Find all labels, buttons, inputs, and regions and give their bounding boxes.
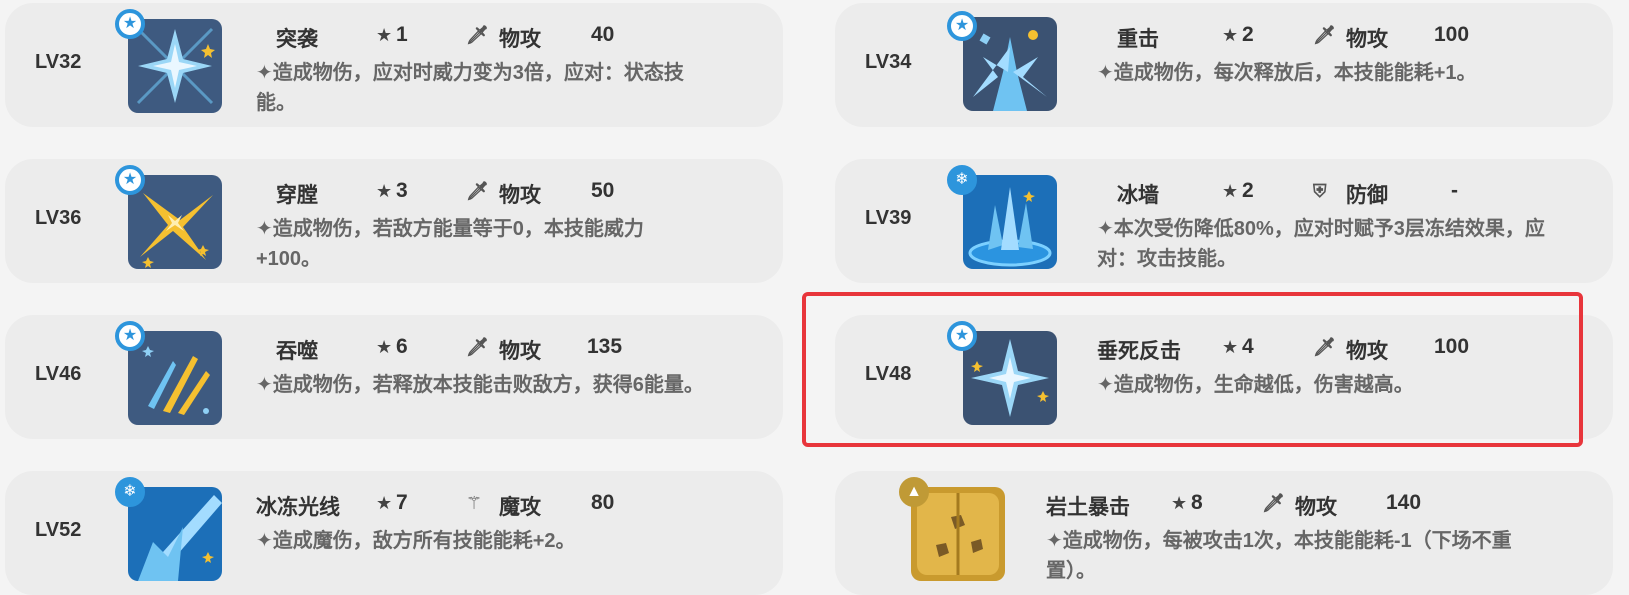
skill-card[interactable]: LV32 ★ 突袭 ★ 1 🗡 物攻 40 ✦造成物伤，应对时威力变为3倍，应对… (5, 3, 783, 127)
skill-star: 2 (1242, 23, 1254, 46)
skill-name: 重击 (1117, 28, 1159, 51)
star-icon: ★ (1222, 181, 1239, 201)
sword-icon: 🗡 (1313, 25, 1336, 45)
skill-power: 40 (591, 23, 615, 46)
skill-type: 物攻 (499, 184, 541, 207)
skill-name: 突袭 (276, 28, 318, 51)
skill-type: 魔攻 (499, 496, 541, 519)
skill-card[interactable]: LV39 ❄ 冰墙 ★ 2 ⛨ 防御 - ✦本次受伤降低80%，应对时赋予3层冻… (835, 159, 1613, 283)
skill-desc: ✦造成物伤，若释放本技能击败敌方，获得6能量。 (256, 374, 704, 396)
skill-star: 1 (396, 23, 408, 46)
selection-highlight (802, 292, 1583, 447)
skill-level: LV32 (35, 51, 82, 73)
skill-card[interactable]: LV52 ❄ 冰冻光线 ★ 7 ⚚ 魔攻 80 ✦造成魔伤，敌方所有技能能耗+2… (5, 471, 783, 595)
skill-power: 80 (591, 491, 615, 514)
skill-name: 冰冻光线 (256, 496, 340, 519)
skill-type: 物攻 (499, 28, 541, 51)
skill-name: 冰墙 (1117, 184, 1159, 207)
skill-star: 2 (1242, 179, 1254, 202)
skill-name: 岩土暴击 (1046, 496, 1130, 519)
skill-power: 100 (1434, 23, 1470, 46)
sword-icon: 🗡 (466, 181, 489, 201)
skill-desc: ✦造成物伤，应对时威力变为3倍，应对：状态技能。 (256, 62, 684, 114)
star-icon: ★ (376, 493, 393, 513)
skill-power: 140 (1386, 491, 1422, 514)
skill-star: 6 (396, 335, 408, 358)
skill-power: - (1451, 179, 1458, 202)
skill-star: 3 (396, 179, 408, 202)
sword-icon: 🗡 (1262, 493, 1285, 513)
skill-level: LV36 (35, 207, 82, 229)
skill-desc: ✦本次受伤降低80%，应对时赋予3层冻结效果，应对：攻击技能。 (1097, 218, 1545, 270)
sword-icon: 🗡 (466, 25, 489, 45)
skill-desc: ✦造成物伤，每被攻击1次，本技能能耗-1（下场不重置）。 (1046, 530, 1512, 582)
skill-card[interactable]: LV36 ★ 穿膛 ★ 3 🗡 物攻 50 ✦造成物伤，若敌方能量等于0，本技能… (5, 159, 783, 283)
skill-desc: ✦造成物伤，每次释放后，本技能能耗+1。 (1097, 62, 1477, 84)
skill-type: 物攻 (1346, 28, 1388, 51)
star-icon: ★ (1222, 25, 1239, 45)
skill-power: 135 (587, 335, 623, 358)
skill-name: 穿膛 (276, 184, 318, 207)
skill-level: LV34 (865, 51, 912, 73)
skill-level: LV39 (865, 207, 912, 229)
skill-desc: ✦造成魔伤，敌方所有技能能耗+2。 (256, 530, 576, 552)
magic-wand-icon: ⚚ (466, 493, 483, 513)
skill-desc: ✦造成物伤，若敌方能量等于0，本技能威力+100。 (256, 218, 644, 270)
star-icon: ★ (376, 25, 393, 45)
skill-card[interactable]: LV34 ★ 重击 ★ 2 🗡 物攻 100 ✦造成物伤，每次释放后，本技能能耗… (835, 3, 1613, 127)
skill-type: 防御 (1346, 184, 1388, 207)
skill-level: LV52 (35, 519, 82, 541)
star-icon: ★ (376, 181, 393, 201)
shield-icon: ⛨ (1313, 181, 1327, 201)
skill-type: 物攻 (499, 340, 541, 363)
skill-type: 物攻 (1295, 496, 1337, 519)
sword-icon: 🗡 (466, 337, 489, 357)
skill-card[interactable]: ▲ 岩土暴击 ★ 8 🗡 物攻 140 ✦造成物伤，每被攻击1次，本技能能耗-1… (835, 471, 1613, 595)
star-icon: ★ (1171, 493, 1188, 513)
skill-star: 7 (396, 491, 408, 514)
skill-star: 8 (1191, 491, 1203, 514)
skill-name: 吞噬 (276, 340, 318, 363)
skill-level: LV46 (35, 363, 82, 385)
star-icon: ★ (376, 337, 393, 357)
skill-power: 50 (591, 179, 615, 202)
skill-card[interactable]: LV46 ★ 吞噬 ★ 6 🗡 物攻 135 ✦造成物伤，若释放本技能击败敌方，… (5, 315, 783, 439)
